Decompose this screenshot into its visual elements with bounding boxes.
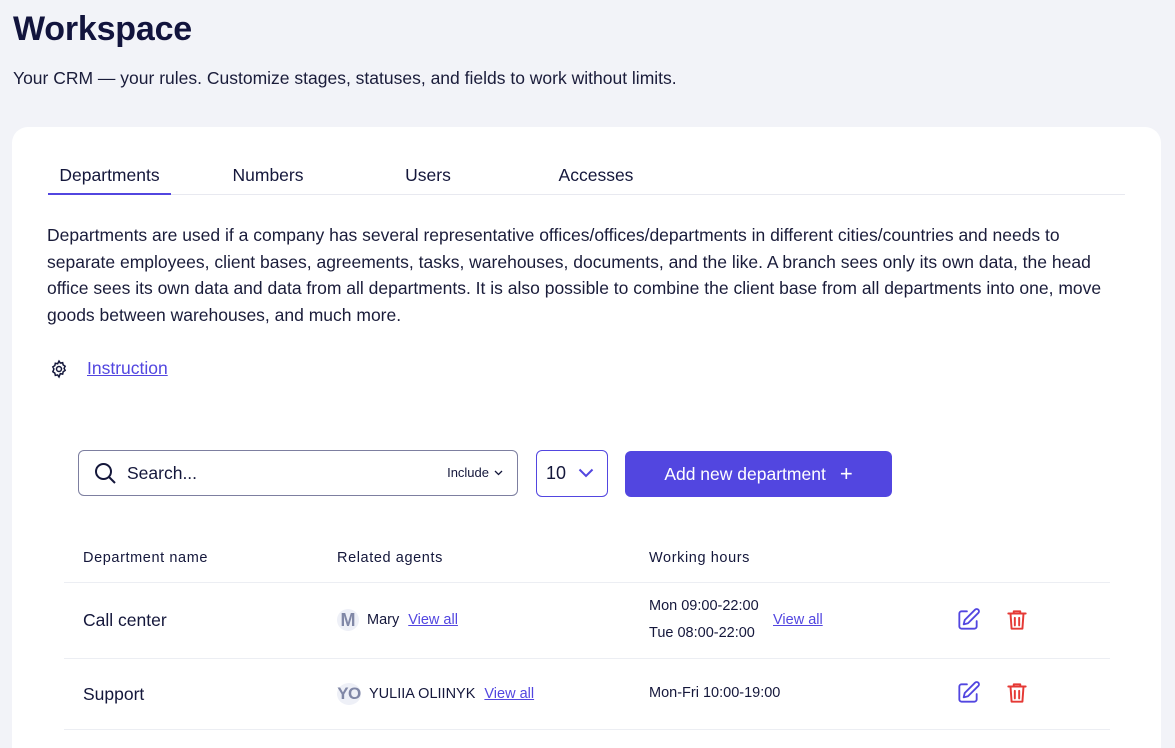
department-name: Call center (83, 610, 167, 630)
row-divider (64, 582, 1110, 583)
related-agent: YO YULIIA OLIINYK View all (337, 683, 534, 705)
chevron-down-icon (494, 470, 503, 475)
gear-icon (51, 359, 67, 379)
add-department-label: Add new department (664, 463, 826, 484)
working-hours-line: Mon 09:00-22:00 (649, 598, 759, 614)
trash-icon[interactable] (1004, 680, 1030, 706)
hours-view-all-link[interactable]: View all (773, 612, 823, 628)
page-subtitle: Your CRM — your rules. Customize stages,… (13, 68, 677, 88)
tab-numbers[interactable]: Numbers (219, 165, 317, 195)
working-hours-line: Tue 08:00-22:00 (649, 625, 755, 641)
instruction-link[interactable]: Instruction (87, 358, 168, 379)
agents-view-all-link[interactable]: View all (408, 612, 458, 628)
department-name: Support (83, 684, 145, 704)
working-hours: Mon-Fri 10:00-19:00 (649, 680, 780, 707)
chevron-down-icon (578, 468, 594, 478)
avatar: M (337, 609, 359, 631)
search-icon (95, 463, 116, 484)
tab-bar: Departments Numbers Users Accesses (48, 161, 1125, 195)
tab-accesses[interactable]: Accesses (545, 165, 647, 195)
avatar: YO (337, 683, 361, 705)
trash-icon[interactable] (1004, 607, 1030, 633)
row-divider (64, 729, 1110, 730)
tab-departments[interactable]: Departments (48, 165, 171, 195)
tab-users[interactable]: Users (393, 165, 463, 195)
column-header-department-name: Department name (83, 550, 209, 566)
include-dropdown[interactable]: Include (447, 465, 503, 480)
column-header-related-agents: Related agents (337, 550, 443, 566)
include-label: Include (447, 465, 489, 480)
working-hours-line: Mon-Fri 10:00-19:00 (649, 685, 781, 701)
page-title: Workspace (13, 10, 192, 48)
search-box[interactable]: Include (78, 450, 518, 496)
edit-icon[interactable] (955, 680, 981, 706)
add-department-button[interactable]: Add new department + (625, 451, 892, 497)
column-header-working-hours: Working hours (649, 550, 751, 566)
departments-card: Departments Numbers Users Accesses Depar… (12, 127, 1161, 748)
row-divider (64, 658, 1110, 659)
plus-icon: + (839, 461, 853, 486)
search-input[interactable] (127, 462, 427, 484)
agents-view-all-link[interactable]: View all (484, 686, 534, 702)
instruction-row: Instruction (49, 358, 168, 379)
related-agent: M Mary View all (337, 609, 458, 631)
working-hours: Mon 09:00-22:00 Tue 08:00-22:00 (649, 593, 759, 647)
departments-description: Departments are used if a company has se… (47, 225, 1102, 325)
page-size-select[interactable]: 10 (536, 450, 608, 497)
page-size-value: 10 (546, 463, 567, 483)
agent-name: Mary (367, 612, 400, 628)
agent-name: YULIIA OLIINYK (369, 686, 476, 702)
edit-icon[interactable] (955, 607, 981, 633)
